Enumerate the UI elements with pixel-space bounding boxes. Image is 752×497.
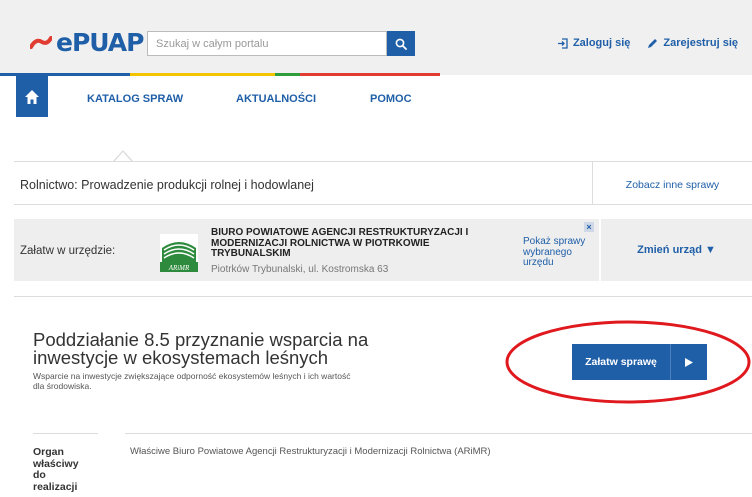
nav-aktualnosci[interactable]: AKTUALNOŚCI [236, 93, 316, 105]
service-description: Wsparcie na inwestycje zwiększające odpo… [33, 371, 351, 391]
organ-value: Właściwe Biuro Powiatowe Agencji Restruk… [130, 446, 491, 457]
office-bar: Załatw w urzędzie: ARiMR BIURO POWIATOWE… [14, 219, 752, 281]
office-label: Załatw w urzędzie: [20, 245, 116, 257]
category-bar: Rolnictwo: Prowadzenie produkcji rolnej … [14, 161, 752, 205]
pencil-icon [648, 38, 658, 48]
nav-pomoc[interactable]: POMOC [370, 93, 412, 105]
login-link[interactable]: Zaloguj się [557, 37, 630, 49]
arimr-logo: ARiMR [160, 234, 198, 272]
section-divider [14, 296, 752, 297]
search-input[interactable] [147, 31, 388, 56]
home-icon [25, 89, 39, 104]
category-title: Rolnictwo: Prowadzenie produkcji rolnej … [20, 178, 314, 192]
search-button[interactable] [387, 31, 415, 56]
show-office-cases-link[interactable]: Pokaż sprawy wybranego urzędu [523, 236, 593, 269]
red-highlight-ellipse [505, 320, 751, 404]
details-rule-left [33, 433, 98, 434]
close-icon[interactable]: × [584, 222, 594, 232]
service-title: Poddziałanie 8.5 przyznanie wsparcia na … [33, 329, 369, 368]
office-name: BIURO POWIATOWE AGENCJI RESTRUKTURYZACJI… [211, 227, 469, 259]
search-box [147, 31, 415, 56]
register-link[interactable]: Zarejestruj się [647, 37, 738, 49]
change-office-button[interactable]: Zmień urząd ▼ [601, 244, 752, 256]
login-icon [557, 37, 568, 49]
arimr-logo-text: ARiMR [168, 264, 190, 272]
logo-wave-icon [30, 36, 52, 49]
see-other-cases-link[interactable]: Zobacz inne sprawy [593, 179, 752, 191]
register-label: Zarejestruj się [663, 37, 738, 49]
organ-label: Organ właściwy do realizacji [33, 446, 79, 493]
nav-katalog-spraw[interactable]: KATALOG SPRAW [87, 93, 183, 105]
details-rule-right [125, 433, 752, 434]
home-button[interactable] [16, 76, 48, 117]
logo-wordmark: ePUAP [56, 28, 144, 57]
top-header: ePUAP 2 Zaloguj się Zarejestruj się [0, 0, 752, 75]
office-address: Piotrków Trybunalski, ul. Kostromska 63 [211, 264, 389, 275]
search-icon [395, 38, 408, 50]
account-links: Zaloguj się Zarejestruj się [557, 37, 738, 49]
arimr-logo-graphic: ARiMR [160, 234, 198, 272]
login-label: Zaloguj się [572, 37, 631, 49]
section-pointer-fill [115, 152, 131, 161]
